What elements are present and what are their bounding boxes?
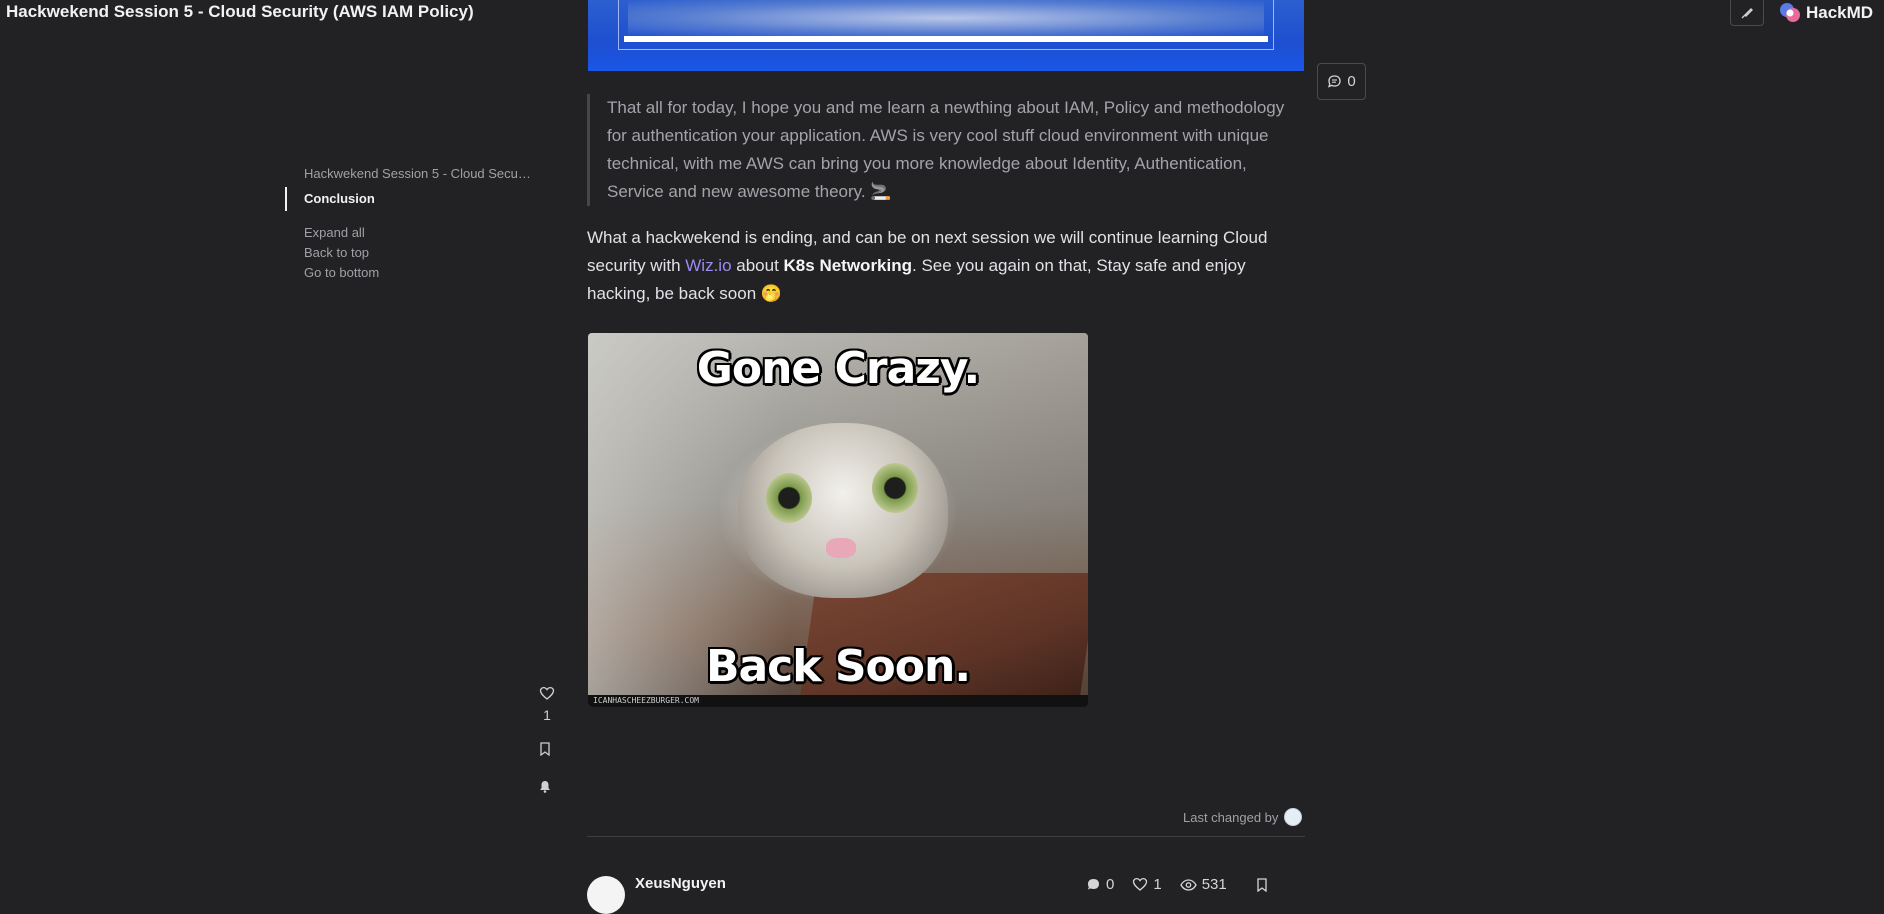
meme-top-text: Gone Crazy. xyxy=(696,343,980,394)
brush-icon xyxy=(1741,7,1753,18)
comment-icon xyxy=(1328,75,1341,88)
like-count: 1 xyxy=(543,707,551,723)
footer-comments[interactable]: 0 xyxy=(1086,876,1114,893)
edit-button[interactable] xyxy=(1730,0,1764,26)
author-avatar[interactable] xyxy=(587,875,625,914)
go-to-bottom-link[interactable]: Go to bottom xyxy=(285,263,545,283)
footer-divider xyxy=(587,836,1305,837)
footer-likes[interactable]: 1 xyxy=(1132,876,1162,893)
side-reactions: 1 xyxy=(534,686,560,725)
heart-icon[interactable] xyxy=(534,686,560,704)
banner-image xyxy=(588,0,1304,71)
brand-name: HackMD xyxy=(1806,3,1874,22)
closing-paragraph: What a hackwekend is ending, and can be … xyxy=(587,228,1268,303)
heart-icon xyxy=(1133,877,1148,891)
brand-logo-link[interactable]: HackMD xyxy=(1778,0,1873,26)
meme-watermark: ICANHASCHEEZBURGER.COM xyxy=(588,695,1088,707)
hackmd-logo-icon xyxy=(1778,2,1802,24)
last-changed: Last changed by xyxy=(1183,808,1303,826)
comment-count: 0 xyxy=(1347,73,1356,90)
meme-bottom-text: Back Soon. xyxy=(705,641,971,692)
footer-stats: 0 1 531 xyxy=(1086,876,1267,893)
comment-icon xyxy=(1088,879,1099,890)
bookmark-icon xyxy=(1257,877,1267,892)
author-info: XeusNguyen xyxy=(587,875,726,914)
eye-icon xyxy=(1179,878,1197,891)
toc-item-title[interactable]: Hackwekend Session 5 - Cloud Security (A… xyxy=(285,165,535,187)
back-to-top-link[interactable]: Back to top xyxy=(285,243,545,263)
conclusion-quote: That all for today, I hope you and me le… xyxy=(587,94,1303,206)
bookmark-icon[interactable] xyxy=(540,742,550,756)
wiz-link[interactable]: Wiz.io xyxy=(685,256,731,275)
expand-all-link[interactable]: Expand all xyxy=(285,223,545,243)
inline-comment-button[interactable]: 0 xyxy=(1317,63,1366,100)
footer-views: 531 xyxy=(1179,876,1227,893)
author-name[interactable]: XeusNguyen xyxy=(635,875,726,892)
toc-item-conclusion[interactable]: Conclusion xyxy=(285,187,535,211)
document-title: Hackwekend Session 5 - Cloud Security (A… xyxy=(6,2,474,21)
meme-image[interactable]: Gone Crazy. Back Soon. ICANHASCHEEZBURGE… xyxy=(588,333,1088,707)
bell-icon[interactable] xyxy=(539,780,551,793)
footer-bookmark[interactable] xyxy=(1257,877,1267,892)
table-of-contents: Hackwekend Session 5 - Cloud Security (A… xyxy=(285,165,545,283)
editor-avatar[interactable] xyxy=(1284,808,1303,826)
